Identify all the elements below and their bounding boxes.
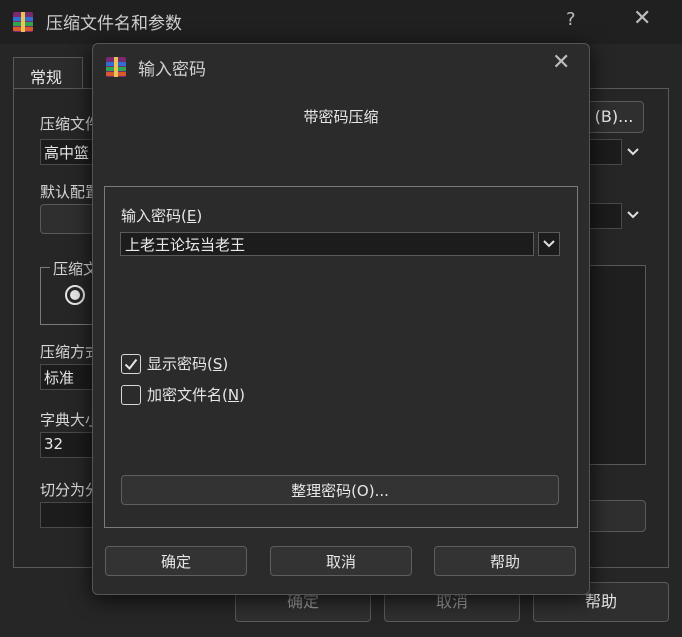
compression-method-label: 压缩方式 — [40, 343, 101, 361]
organize-passwords-button[interactable]: 整理密码(O)... — [121, 475, 559, 505]
chevron-down-icon[interactable] — [624, 143, 642, 161]
password-input[interactable] — [120, 232, 534, 256]
default-profile-label: 默认配置 — [40, 183, 101, 201]
chevron-down-icon[interactable] — [624, 206, 642, 224]
tab-general-label: 常规 — [30, 68, 63, 87]
archive-name-value: 高中篮 — [44, 144, 90, 162]
split-volumes-input[interactable] — [40, 502, 94, 528]
chevron-down-icon — [543, 240, 555, 248]
checkbox-unchecked-icon — [121, 384, 141, 405]
dialog-heading: 带密码压缩 — [303, 108, 379, 126]
radio-selected-icon[interactable] — [64, 284, 86, 306]
dictionary-size-value: 32 — [44, 435, 64, 453]
checkbox-checked-icon — [121, 353, 141, 374]
password-history-dropdown[interactable] — [538, 232, 560, 256]
background-window-title: 压缩文件名和参数 — [46, 14, 182, 34]
options-list[interactable] — [586, 265, 646, 465]
compression-method-value: 标准 — [44, 369, 75, 387]
cancel-button[interactable]: 取消 — [270, 546, 412, 576]
close-icon[interactable]: ✕ — [552, 50, 570, 75]
dictionary-size-select[interactable]: 32 — [40, 432, 94, 458]
dialog-title: 输入密码 — [138, 60, 206, 80]
winrar-icon — [106, 57, 126, 77]
split-volumes-label: 切分为分 — [40, 481, 101, 499]
winrar-icon — [13, 12, 33, 32]
show-password-label: 显示密码(S) — [147, 355, 229, 373]
password-label: 输入密码(E) — [121, 207, 203, 225]
encrypt-filenames-label: 加密文件名(N) — [147, 386, 245, 404]
archive-name-label: 压缩文件 — [40, 115, 101, 133]
encrypt-filenames-checkbox[interactable]: 加密文件名(N) — [121, 384, 245, 405]
tab-general[interactable]: 常规 — [13, 57, 83, 90]
password-dialog: 输入密码 ✕ 带密码压缩 输入密码(E) 显示密码(S) 加密文件名(N) 整理… — [92, 43, 590, 595]
dictionary-size-label: 字典大小 — [40, 411, 101, 429]
help-button[interactable]: 帮助 — [434, 546, 576, 576]
help-icon[interactable]: ? — [566, 9, 576, 30]
browse-button[interactable]: (B)... — [584, 101, 644, 133]
set-password-button[interactable] — [586, 500, 646, 532]
show-password-checkbox[interactable]: 显示密码(S) — [121, 353, 228, 374]
password-group: 输入密码(E) 显示密码(S) 加密文件名(N) 整理密码(O)... — [104, 186, 578, 528]
update-mode-select[interactable] — [586, 203, 622, 229]
close-icon[interactable]: ✕ — [633, 6, 651, 31]
compression-method-select[interactable]: 标准 — [40, 364, 94, 390]
ok-button[interactable]: 确定 — [105, 546, 247, 576]
profiles-button[interactable] — [40, 204, 94, 234]
